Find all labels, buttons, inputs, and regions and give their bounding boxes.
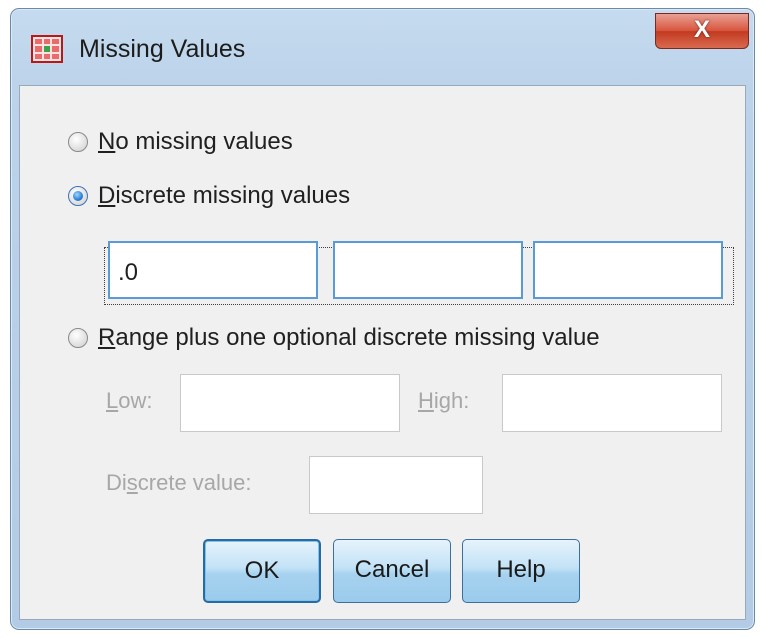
range-discrete-value-input[interactable] — [309, 456, 483, 514]
radio-button-none[interactable] — [68, 132, 88, 152]
radio-discrete-missing-values[interactable]: Discrete missing values — [68, 182, 350, 210]
high-label: High: — [418, 388, 470, 413]
discrete-value-input-3[interactable] — [533, 241, 723, 299]
close-button[interactable]: X — [655, 13, 749, 49]
discrete-value-input-1[interactable]: .0 — [108, 241, 318, 299]
radio-button-discrete[interactable] — [68, 186, 88, 206]
radio-label-none: No missing values — [98, 128, 293, 155]
dialog-title: Missing Values — [79, 35, 246, 63]
radio-range-plus-discrete[interactable]: Range plus one optional discrete missing… — [68, 324, 600, 352]
help-button[interactable]: Help — [462, 539, 580, 603]
ok-button[interactable]: OK — [203, 539, 321, 603]
low-input[interactable] — [180, 374, 400, 432]
title-bar[interactable]: Missing Values X — [11, 9, 754, 84]
missing-values-dialog: Missing Values X No missing values Discr… — [10, 8, 755, 630]
radio-button-range[interactable] — [68, 328, 88, 348]
radio-label-range: Range plus one optional discrete missing… — [98, 324, 600, 351]
radio-label-discrete: Discrete missing values — [98, 182, 351, 209]
cancel-button[interactable]: Cancel — [333, 539, 451, 603]
low-label: Low: — [106, 388, 153, 413]
close-icon: X — [693, 16, 710, 43]
dialog-body: No missing values Discrete missing value… — [19, 85, 746, 620]
high-input[interactable] — [502, 374, 722, 432]
spreadsheet-icon — [31, 35, 63, 63]
discrete-value-input-2[interactable] — [333, 241, 523, 299]
radio-no-missing-values[interactable]: No missing values — [68, 128, 293, 156]
discrete-value-label: Discrete value: — [106, 470, 252, 495]
